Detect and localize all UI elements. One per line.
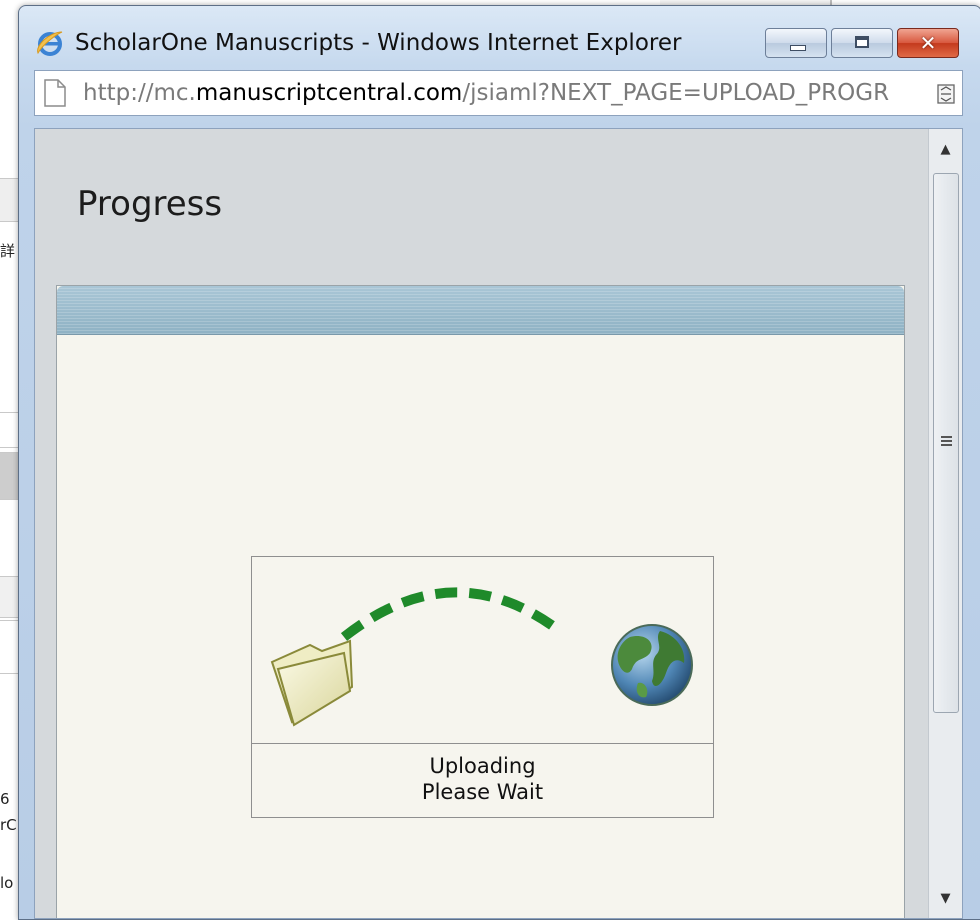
upload-status-text: Uploading Please Wait [252,753,713,805]
minimize-button[interactable] [765,28,827,58]
ie-icon [37,31,63,56]
scroll-down-button[interactable]: ▼ [929,884,962,914]
page-title: Progress [77,184,223,224]
maximize-icon [855,36,869,48]
title-bar[interactable]: ScholarOne Manuscripts - Windows Interne… [19,6,980,76]
address-bar[interactable]: http://mc.manuscriptcentral.com/jsiaml?N… [34,70,963,116]
scroll-thumb[interactable] [933,173,959,713]
url-prefix: http://mc. [83,80,196,106]
compat-view-icon[interactable] [936,83,956,105]
vertical-scrollbar[interactable]: ▲ ▼ [928,129,962,918]
upload-arc-icon [340,587,560,641]
maximize-button[interactable] [831,28,893,58]
close-icon: ✕ [919,31,937,55]
window-title: ScholarOne Manuscripts - Windows Interne… [75,30,682,56]
upload-divider [252,743,713,744]
background-text: lo [0,874,14,892]
scroll-up-button[interactable]: ▲ [929,135,962,165]
ie-popup-window: ScholarOne Manuscripts - Windows Interne… [18,5,980,920]
background-text: 6 [0,790,10,808]
upload-status-box: Uploading Please Wait [251,556,714,818]
background-text: 詳 [0,242,16,260]
page-icon [44,79,66,107]
folder-icon [270,639,354,727]
background-text: rC [0,816,17,834]
page-content: Progress Uploading Please Wait ▲ ▼ [34,128,963,919]
upload-wait-line: Please Wait [421,780,544,804]
close-button[interactable]: ✕ [897,28,959,58]
minimize-icon [790,45,806,51]
globe-icon [611,624,693,706]
panel-header [57,286,904,335]
grip-icon [941,436,952,446]
url-domain: manuscriptcentral.com [195,80,463,106]
url-text[interactable]: http://mc.manuscriptcentral.com/jsiaml?N… [83,80,889,106]
url-path: /jsiaml?NEXT_PAGE=UPLOAD_PROGR [462,80,890,106]
upload-animation [270,587,693,727]
progress-panel: Uploading Please Wait [56,285,905,918]
upload-status-line: Uploading [429,754,536,778]
